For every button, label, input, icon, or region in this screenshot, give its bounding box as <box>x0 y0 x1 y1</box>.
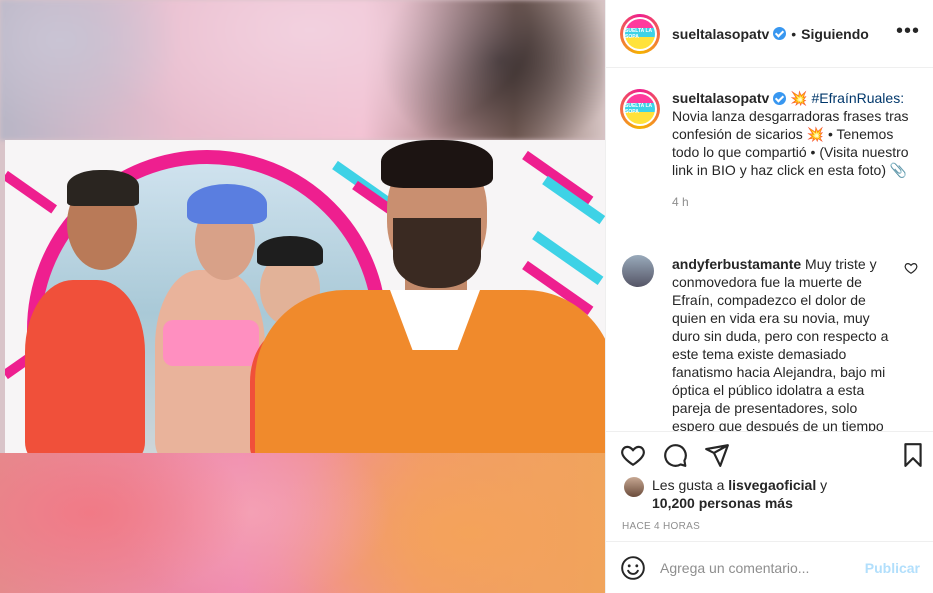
comment-item: andyferbustamante Muy triste y conmovedo… <box>622 255 922 431</box>
header-username[interactable]: sueltalasopatv <box>672 26 769 42</box>
liker-avatar[interactable] <box>624 477 644 497</box>
comment-text: andyferbustamante Muy triste y conmovedo… <box>672 255 892 431</box>
share-icon[interactable] <box>704 442 730 468</box>
add-comment-bar: Publicar <box>606 541 933 593</box>
likes-summary: Les gusta a lisvegaoficial y 10,200 pers… <box>624 476 827 512</box>
person-boy-cap <box>257 236 323 266</box>
comment-body: Muy triste y conmovedora fue la muerte d… <box>672 256 889 431</box>
heart-icon[interactable] <box>620 442 646 468</box>
avatar-inner: SUELTA LA SOPA <box>623 16 657 51</box>
likes-prefix: Les gusta a <box>652 477 729 493</box>
decor-stripe <box>5 170 58 214</box>
avatar-inner: SUELTA LA SOPA <box>623 92 657 126</box>
publish-button[interactable]: Publicar <box>865 560 920 576</box>
profile-avatar[interactable]: SUELTA LA SOPA <box>620 13 660 54</box>
caption-emoji: 📎 <box>889 162 908 178</box>
person-left-body <box>25 280 145 453</box>
header-dot: • <box>791 25 797 42</box>
post-photo <box>5 140 605 453</box>
media-blur-top <box>0 0 605 140</box>
post-header: SUELTA LA SOPA sueltalasopatv • Siguiend… <box>606 0 933 68</box>
post-actions: Les gusta a lisvegaoficial y 10,200 pers… <box>606 431 933 541</box>
bookmark-icon[interactable] <box>900 442 926 468</box>
caption-hashtag[interactable]: #EfraínRuales: <box>811 90 904 106</box>
person-woman-bikini <box>163 320 259 366</box>
caption-emoji: 💥 <box>790 90 808 106</box>
man-hair <box>381 140 493 188</box>
post-time-ago[interactable]: HACE 4 HORAS <box>622 521 700 532</box>
action-icons <box>620 442 730 468</box>
likes-mid: y <box>816 477 828 493</box>
instagram-post-modal: SUELTA LA SOPA sueltalasopatv • Siguiend… <box>0 0 933 593</box>
emoji-icon[interactable] <box>620 555 646 581</box>
post-caption: SUELTA LA SOPA sueltalasopatv 💥 #EfraínR… <box>620 89 920 211</box>
likes-count[interactable]: 10,200 personas más <box>652 495 793 511</box>
person-woman-bandana <box>187 184 267 224</box>
likes-text: Les gusta a lisvegaoficial y 10,200 pers… <box>652 476 827 512</box>
post-media[interactable] <box>0 0 605 593</box>
comment-like-heart-icon[interactable] <box>904 261 918 275</box>
caption-emoji: 💥 <box>806 126 825 142</box>
caption-username[interactable]: sueltalasopatv <box>672 90 769 106</box>
decor-stripe <box>522 150 594 205</box>
following-button[interactable]: Siguiendo <box>801 26 869 42</box>
caption-text: sueltalasopatv 💥 #EfraínRuales: Novia la… <box>672 89 920 211</box>
likes-user[interactable]: lisvegaoficial <box>728 477 816 493</box>
person-left-hair <box>67 170 139 206</box>
caption-avatar[interactable]: SUELTA LA SOPA <box>620 89 660 129</box>
comment-icon[interactable] <box>662 442 688 468</box>
caption-time[interactable]: 4 h <box>672 193 920 211</box>
more-options-icon[interactable]: ••• <box>896 21 920 41</box>
comments-section[interactable]: SUELTA LA SOPA sueltalasopatv 💥 #EfraínR… <box>606 69 933 431</box>
verified-badge-icon <box>773 27 787 40</box>
commenter-avatar[interactable] <box>622 255 654 287</box>
verified-badge-icon <box>773 92 787 105</box>
add-comment-input[interactable] <box>660 559 865 576</box>
media-blur-bottom <box>0 453 605 593</box>
avatar-logo: SUELTA LA SOPA <box>625 94 655 124</box>
avatar-logo: SUELTA LA SOPA <box>625 18 655 49</box>
post-side-panel: SUELTA LA SOPA sueltalasopatv • Siguiend… <box>605 0 933 593</box>
comment-username[interactable]: andyferbustamante <box>672 256 801 272</box>
man-beard <box>393 218 481 288</box>
